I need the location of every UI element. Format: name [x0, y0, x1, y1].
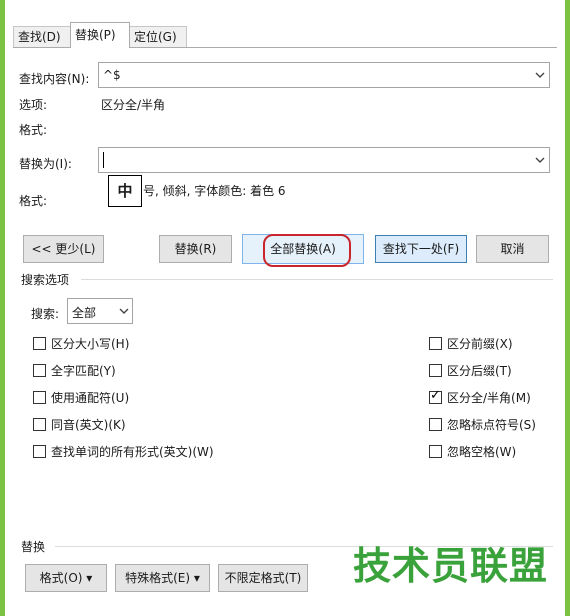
chevron-down-icon[interactable]	[531, 63, 549, 87]
search-direction-value: 全部	[72, 306, 97, 320]
checkbox-label: 使用通配符(U)	[51, 391, 130, 405]
whole-word-checkbox[interactable]: 全字匹配(Y)	[33, 362, 116, 379]
checkbox-label: 忽略空格(W)	[447, 445, 517, 459]
ime-mode-indicator: 中	[108, 175, 142, 207]
find-next-button[interactable]: 查找下一处(F)	[375, 235, 467, 263]
options-value: 区分全/半角	[101, 98, 166, 112]
all-word-forms-checkbox[interactable]: 查找单词的所有形式(英文)(W)	[33, 443, 214, 460]
replace-section-title: 替换	[21, 540, 46, 554]
watermark-logo-text: 技术员联盟	[352, 544, 548, 588]
checkbox-label: 区分全/半角(M)	[447, 391, 531, 405]
checkbox-box[interactable]	[429, 364, 442, 377]
sounds-like-checkbox[interactable]: 同音(英文)(K)	[33, 416, 126, 433]
dropdown-arrow-icon: ▾	[190, 571, 200, 585]
special-button-label: 特殊格式(E)	[125, 571, 191, 585]
chevron-down-icon[interactable]	[116, 299, 132, 323]
search-options-divider	[81, 279, 553, 280]
special-button[interactable]: 特殊格式(E) ▾	[115, 564, 210, 592]
checkbox-box[interactable]	[33, 418, 46, 431]
checkbox-box[interactable]	[429, 418, 442, 431]
ignore-punctuation-checkbox[interactable]: 忽略标点符号(S)	[429, 416, 536, 433]
find-what-label: 查找内容(N):	[19, 72, 90, 86]
wildcards-checkbox[interactable]: 使用通配符(U)	[33, 389, 129, 406]
format-button-label: 格式(O)	[39, 571, 83, 585]
match-width-checkbox[interactable]: 区分全/半角(M)	[429, 388, 531, 406]
replace-format-label: 格式:	[19, 194, 48, 208]
chevron-down-icon[interactable]	[531, 148, 549, 172]
tab-goto[interactable]: 定位(G)	[129, 26, 187, 47]
ignore-whitespace-checkbox[interactable]: 忽略空格(W)	[429, 443, 516, 460]
replace-with-combobox[interactable]	[98, 147, 550, 173]
checkbox-box[interactable]	[33, 391, 46, 404]
checkbox-label: 区分大小写(H)	[51, 337, 130, 351]
replace-button[interactable]: 替换(R)	[159, 235, 232, 263]
checkbox-box[interactable]	[33, 364, 46, 377]
checkbox-box[interactable]	[429, 445, 442, 458]
checkbox-box[interactable]	[429, 337, 442, 350]
highlight-ring	[263, 234, 351, 267]
checkbox-box-checked[interactable]	[429, 388, 442, 404]
replace-format-value: 号, 倾斜, 字体颜色: 着色 6	[143, 184, 286, 198]
find-what-value: ^$	[103, 68, 121, 82]
match-suffix-checkbox[interactable]: 区分后缀(T)	[429, 362, 512, 379]
tab-find[interactable]: 查找(D)	[13, 26, 71, 47]
checkbox-label: 查找单词的所有形式(英文)(W)	[51, 445, 214, 459]
text-caret	[103, 152, 104, 168]
find-what-combobox[interactable]: ^$	[98, 62, 550, 88]
format-button[interactable]: 格式(O) ▾	[25, 564, 107, 592]
checkbox-box[interactable]	[33, 337, 46, 350]
checkbox-box[interactable]	[33, 445, 46, 458]
search-direction-select[interactable]: 全部	[67, 298, 133, 324]
checkbox-label: 区分前缀(X)	[447, 337, 513, 351]
find-format-label: 格式:	[19, 123, 48, 137]
search-options-title: 搜索选项	[21, 273, 70, 287]
find-replace-dialog: 查找(D) 替换(P) 定位(G) 查找内容(N): ^$ 选项: 区分全/半角…	[5, 0, 565, 616]
replace-with-label: 替换为(I):	[19, 157, 72, 171]
options-label: 选项:	[19, 98, 48, 112]
checkbox-label: 同音(英文)(K)	[51, 418, 126, 432]
match-prefix-checkbox[interactable]: 区分前缀(X)	[429, 335, 513, 352]
less-button[interactable]: << 更少(L)	[23, 235, 104, 263]
match-case-checkbox[interactable]: 区分大小写(H)	[33, 335, 129, 352]
tab-replace[interactable]: 替换(P)	[70, 22, 130, 48]
search-direction-label: 搜索:	[31, 307, 60, 321]
checkbox-label: 全字匹配(Y)	[51, 364, 116, 378]
checkbox-label: 忽略标点符号(S)	[447, 418, 536, 432]
dropdown-arrow-icon: ▾	[82, 571, 93, 585]
watermark-url: www.jsgho.com	[367, 594, 544, 614]
no-formatting-button[interactable]: 不限定格式(T)	[218, 564, 308, 592]
checkbox-label: 区分后缀(T)	[447, 364, 512, 378]
cancel-button[interactable]: 取消	[476, 235, 549, 263]
